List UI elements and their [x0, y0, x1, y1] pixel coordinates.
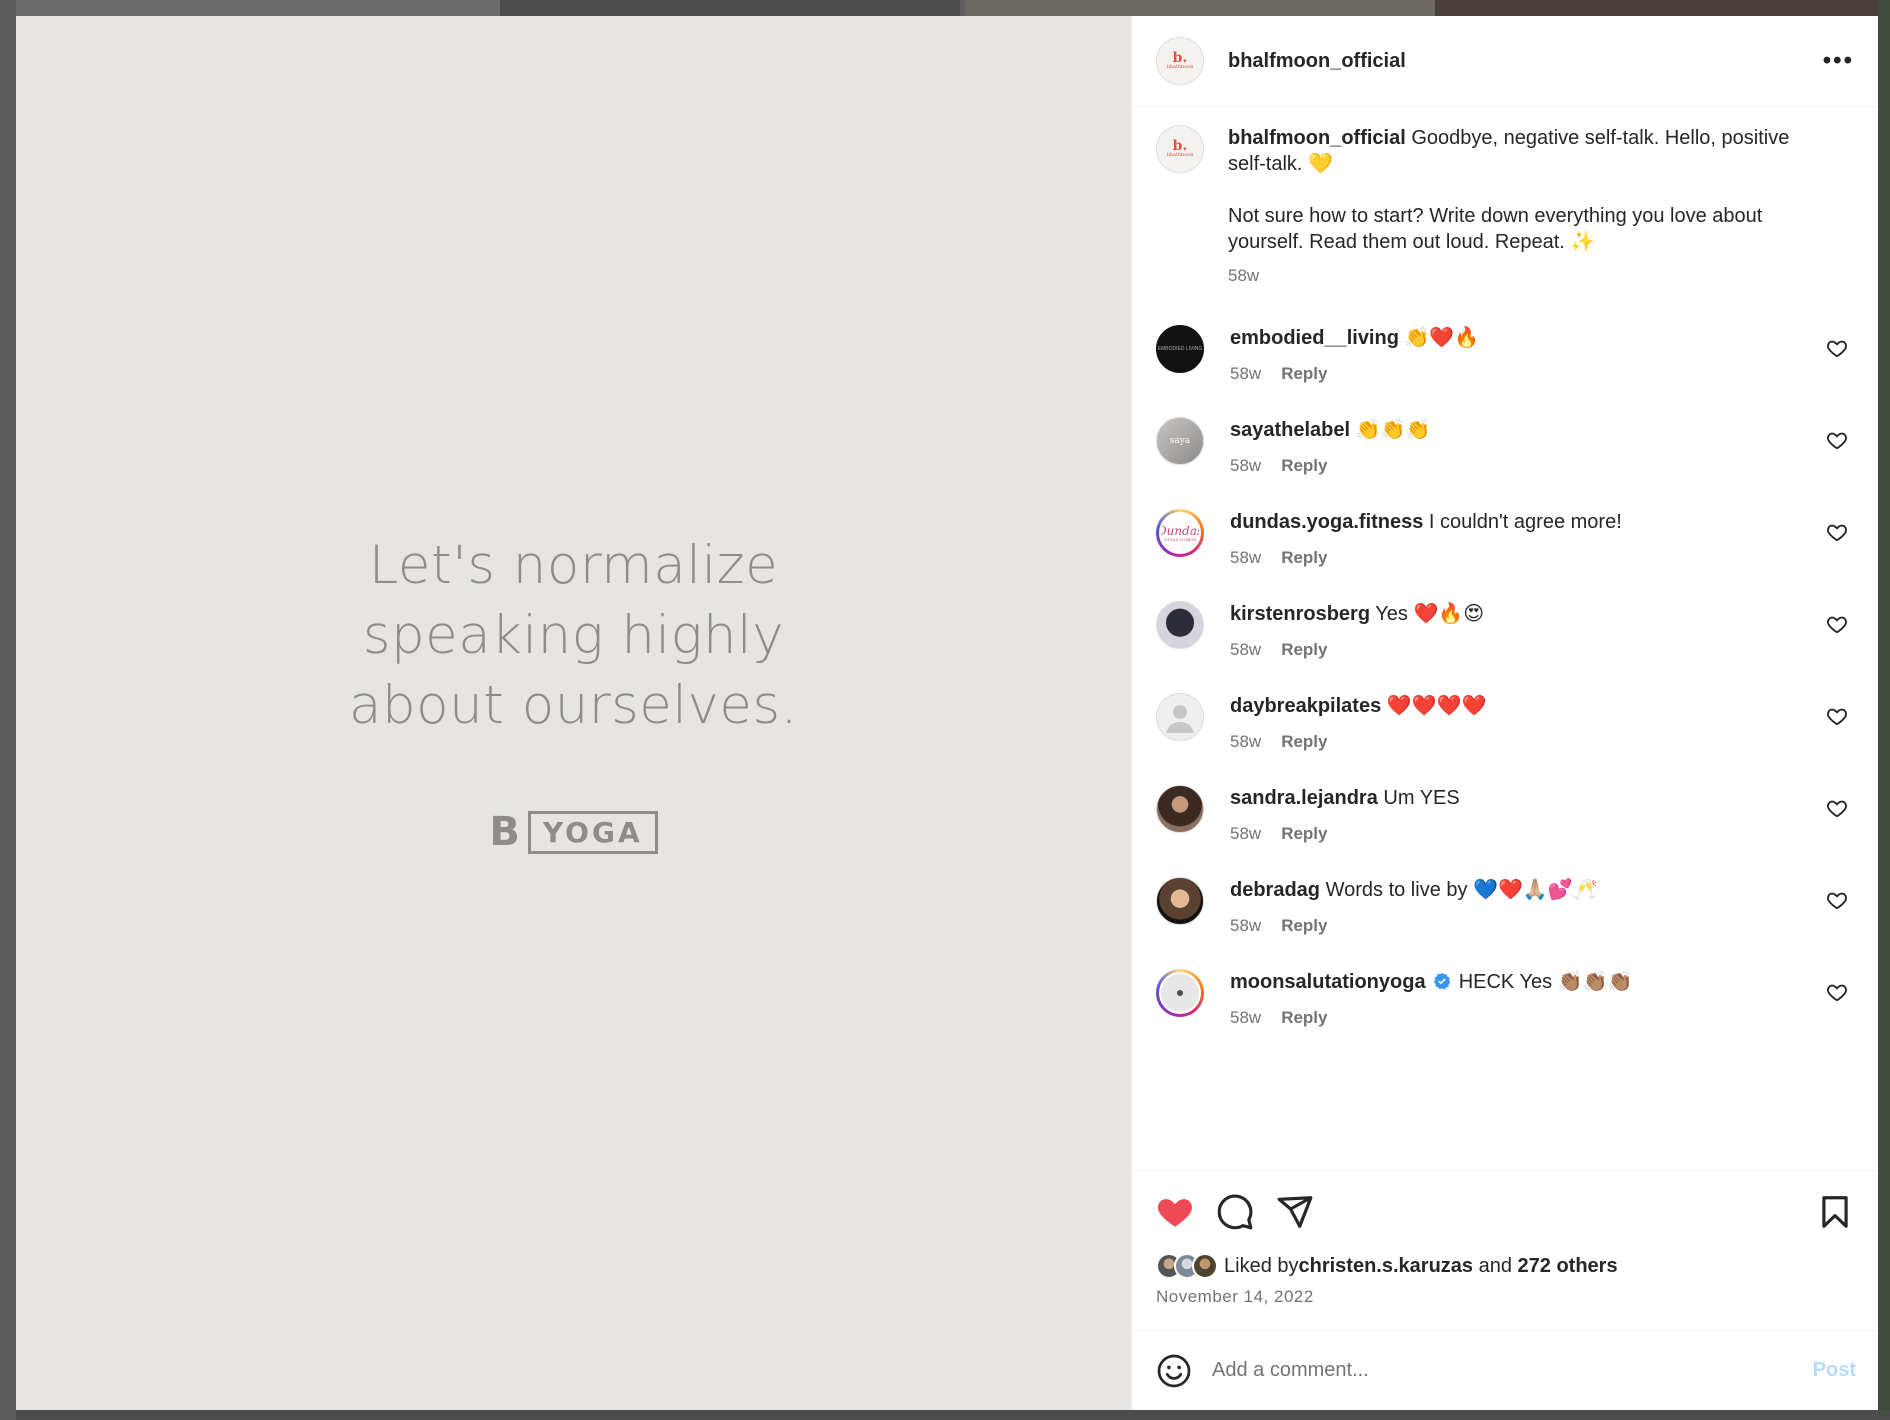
- comment-text: ❤️❤️❤️❤️: [1381, 695, 1487, 717]
- reply-button[interactable]: Reply: [1281, 1005, 1327, 1031]
- comment-text: 👏👏👏: [1350, 419, 1431, 441]
- more-options-icon[interactable]: •••: [1823, 49, 1854, 73]
- commenter-avatar[interactable]: Dundas YOGA & FITNESS: [1156, 509, 1204, 557]
- comment-timestamp[interactable]: 58w: [1230, 729, 1261, 755]
- comment-username[interactable]: daybreakpilates: [1230, 695, 1381, 717]
- post-image-quote: Let's normalize speaking highly about ou…: [349, 535, 798, 736]
- commenter-avatar[interactable]: [1156, 785, 1204, 833]
- commenter-avatar[interactable]: [1156, 877, 1204, 925]
- avatar-logo-name: bhalfmoon: [1166, 63, 1194, 70]
- avatar-text: EMBODIED LIVING: [1157, 346, 1203, 352]
- comment-item: sandra.lejandra Um YES 58w Reply: [1156, 785, 1854, 847]
- comment-item: kirstenrosberg Yes ❤️🔥😍 58w Reply: [1156, 601, 1854, 663]
- like-comment-heart-icon[interactable]: [1826, 613, 1848, 635]
- comment-text: Words to live by 💙❤️🙏🏼💕🥂: [1320, 879, 1598, 901]
- like-heart-filled-icon[interactable]: [1156, 1193, 1194, 1231]
- post-date[interactable]: November 14, 2022: [1156, 1287, 1854, 1307]
- comment-item: daybreakpilates ❤️❤️❤️❤️ 58w Reply: [1156, 693, 1854, 755]
- post-header: b. bhalfmoon bhalfmoon_official •••: [1132, 16, 1878, 107]
- comment-text: HECK Yes 👏🏽👏🏽👏🏽: [1453, 971, 1633, 993]
- commenter-avatar[interactable]: [1156, 693, 1204, 741]
- add-comment-bar: Post: [1132, 1330, 1878, 1410]
- comment-text: Yes ❤️🔥😍: [1370, 603, 1485, 625]
- comment-username[interactable]: dundas.yoga.fitness: [1230, 511, 1423, 533]
- liker-avatar: [1192, 1253, 1218, 1279]
- bookmark-icon[interactable]: [1816, 1193, 1854, 1231]
- comment-timestamp[interactable]: 58w: [1230, 545, 1261, 571]
- comment-timestamp[interactable]: 58w: [1230, 913, 1261, 939]
- reply-button[interactable]: Reply: [1281, 361, 1327, 387]
- likes-others-count[interactable]: 272 others: [1518, 1255, 1618, 1278]
- comment-text: I couldn't agree more!: [1423, 511, 1622, 533]
- comment-item: saya sayathelabel 👏👏👏 58w Reply: [1156, 417, 1854, 479]
- comment-timestamp[interactable]: 58w: [1230, 453, 1261, 479]
- comment-item: debradag Words to live by 💙❤️🙏🏼💕🥂 58w Rep…: [1156, 877, 1854, 939]
- reply-button[interactable]: Reply: [1281, 821, 1327, 847]
- comments-list[interactable]: b. bhalfmoon bhalfmoon_official Goodbye,…: [1132, 107, 1878, 1170]
- commenter-avatar[interactable]: EMBODIED LIVING: [1156, 325, 1204, 373]
- reply-button[interactable]: Reply: [1281, 453, 1327, 479]
- comment-timestamp[interactable]: 58w: [1230, 821, 1261, 847]
- commenter-avatar[interactable]: [1156, 969, 1204, 1017]
- likes-middle: and: [1473, 1254, 1518, 1277]
- post-comment-button[interactable]: Post: [1813, 1359, 1856, 1382]
- comment-username[interactable]: sandra.lejandra: [1230, 787, 1378, 809]
- comment-icon[interactable]: [1216, 1193, 1254, 1231]
- comment-username[interactable]: debradag: [1230, 879, 1320, 901]
- post-caption: b. bhalfmoon bhalfmoon_official Goodbye,…: [1156, 125, 1854, 289]
- reply-button[interactable]: Reply: [1281, 637, 1327, 663]
- comment-timestamp[interactable]: 58w: [1230, 637, 1261, 663]
- avatar-text: saya: [1169, 436, 1191, 446]
- commenter-avatar[interactable]: saya: [1156, 417, 1204, 465]
- like-comment-heart-icon[interactable]: [1826, 981, 1848, 1003]
- post-modal: Let's normalize speaking highly about ou…: [16, 16, 1878, 1410]
- comment-item: EMBODIED LIVING embodied__living 👏❤️🔥 58…: [1156, 325, 1854, 387]
- like-comment-heart-icon[interactable]: [1826, 429, 1848, 451]
- likes-summary[interactable]: Liked by christen.s.karuzas and 272 othe…: [1156, 1253, 1854, 1279]
- comment-username[interactable]: embodied__living: [1230, 327, 1399, 349]
- avatar-logo-letter: b.: [1172, 49, 1188, 66]
- post-actions: Liked by christen.s.karuzas and 272 othe…: [1132, 1170, 1878, 1330]
- comment-timestamp[interactable]: 58w: [1230, 361, 1261, 387]
- liker-avatars: [1156, 1253, 1218, 1279]
- share-icon[interactable]: [1276, 1193, 1314, 1231]
- like-comment-heart-icon[interactable]: [1826, 797, 1848, 819]
- likes-prefix: Liked by: [1224, 1254, 1299, 1277]
- brand-b-letter: B: [489, 809, 520, 855]
- caption-avatar[interactable]: b. bhalfmoon: [1156, 125, 1204, 173]
- brand-yoga-box: YOGA: [527, 810, 658, 854]
- default-person-icon: [1166, 705, 1194, 733]
- b-yoga-logo: B YOGA: [489, 809, 658, 855]
- post-image[interactable]: Let's normalize speaking highly about ou…: [16, 16, 1131, 1410]
- comment-username[interactable]: moonsalutationyoga: [1230, 971, 1426, 993]
- comment-item: moonsalutationyoga HECK Yes 👏🏽👏🏽👏🏽 58w Re…: [1156, 969, 1854, 1031]
- caption-timestamp[interactable]: 58w: [1228, 263, 1828, 289]
- like-comment-heart-icon[interactable]: [1826, 521, 1848, 543]
- comment-text: 👏❤️🔥: [1398, 327, 1480, 349]
- avatar-logo-name: bhalfmoon: [1166, 151, 1194, 158]
- avatar-subtext: YOGA & FITNESS: [1163, 536, 1197, 542]
- verified-badge-icon: [1434, 972, 1451, 990]
- comment-timestamp[interactable]: 58w: [1230, 1005, 1261, 1031]
- avatar-logo-letter: b.: [1172, 137, 1188, 154]
- comment-username[interactable]: kirstenrosberg: [1230, 603, 1370, 625]
- comment-input[interactable]: [1212, 1359, 1813, 1382]
- post-sidebar: b. bhalfmoon bhalfmoon_official ••• b. b…: [1131, 16, 1878, 1410]
- liked-by-username[interactable]: christen.s.karuzas: [1299, 1255, 1474, 1278]
- reply-button[interactable]: Reply: [1281, 913, 1327, 939]
- caption-username[interactable]: bhalfmoon_official: [1228, 127, 1406, 149]
- smiley-icon[interactable]: [1156, 1353, 1192, 1389]
- author-username[interactable]: bhalfmoon_official: [1228, 50, 1406, 73]
- like-comment-heart-icon[interactable]: [1826, 337, 1848, 359]
- commenter-avatar[interactable]: [1156, 601, 1204, 649]
- reply-button[interactable]: Reply: [1281, 729, 1327, 755]
- comment-text: Um YES: [1377, 787, 1460, 809]
- comment-username[interactable]: sayathelabel: [1230, 419, 1350, 441]
- like-comment-heart-icon[interactable]: [1826, 889, 1848, 911]
- reply-button[interactable]: Reply: [1281, 545, 1327, 571]
- comment-item: Dundas YOGA & FITNESS dundas.yoga.fitnes…: [1156, 509, 1854, 571]
- avatar-text: Dundas: [1159, 523, 1201, 538]
- like-comment-heart-icon[interactable]: [1826, 705, 1848, 727]
- author-avatar[interactable]: b. bhalfmoon: [1156, 37, 1204, 85]
